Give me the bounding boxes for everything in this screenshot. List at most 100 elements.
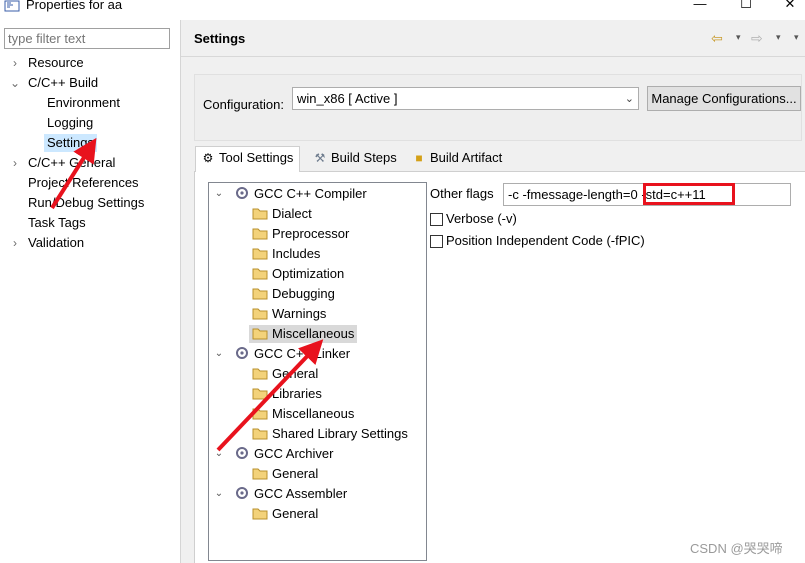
- collapse-icon[interactable]: ⌄: [213, 345, 225, 363]
- tree-group-gcc-cpp-compiler[interactable]: ⌄ GCC C++ Compiler: [215, 185, 367, 203]
- tree-group-label: GCC Archiver: [254, 446, 334, 461]
- tree-item-label: Includes: [272, 246, 321, 261]
- tree-item-general[interactable]: General: [252, 465, 318, 483]
- tree-group-gcc-assembler[interactable]: ⌄ GCC Assembler: [215, 485, 348, 503]
- tree-item-label: General: [272, 466, 319, 481]
- tab-label: Tool Settings: [219, 150, 294, 165]
- tree-item-miscellaneous-selected[interactable]: Miscellaneous: [249, 325, 358, 343]
- tree-item-label: Miscellaneous: [272, 406, 355, 421]
- forward-icon[interactable]: ⇨: [751, 30, 763, 46]
- nav-item-resource[interactable]: Resource: [28, 54, 84, 72]
- title-bar: Properties for aa — ☐ ✕: [0, 0, 805, 14]
- tool-settings-icon: ⚙: [202, 151, 214, 165]
- folder-icon: [252, 208, 268, 220]
- tree-item-label: Libraries: [272, 386, 322, 401]
- tree-item-miscellaneous[interactable]: Miscellaneous: [252, 405, 354, 423]
- configuration-group: Configuration: win_x86 [ Active ] ⌄ Mana…: [194, 74, 802, 141]
- folder-icon: [252, 468, 268, 480]
- tree-item-label: Optimization: [272, 266, 345, 281]
- tree-item-optimization[interactable]: Optimization: [252, 265, 344, 283]
- tree-item-label: Miscellaneous: [272, 326, 355, 341]
- tree-group-gcc-archiver[interactable]: ⌄ GCC Archiver: [215, 445, 334, 463]
- configuration-label: Configuration:: [203, 97, 284, 112]
- annotation-highlight-box: [643, 183, 735, 205]
- tool-gear-icon: [236, 187, 248, 199]
- nav-item-project-references[interactable]: Project References: [28, 174, 139, 192]
- build-artifact-icon: ■: [415, 151, 423, 165]
- tree-item-label: Dialect: [272, 206, 312, 221]
- maximize-button[interactable]: ☐: [736, 0, 756, 12]
- other-flags-label: Other flags: [430, 186, 494, 201]
- back-menu-icon[interactable]: ▾: [736, 32, 741, 43]
- tree-group-gcc-cpp-linker[interactable]: ⌄ GCC C++ Linker: [215, 345, 351, 363]
- tool-gear-icon: [236, 447, 248, 459]
- filter-input[interactable]: [4, 28, 170, 49]
- tree-item-libraries[interactable]: Libraries: [252, 385, 322, 403]
- folder-icon: [252, 248, 268, 260]
- folder-icon: [252, 408, 268, 420]
- tree-item-label: General: [272, 506, 319, 521]
- nav-item-run-debug-settings[interactable]: Run/Debug Settings: [28, 194, 144, 212]
- nav-item-cpp-build[interactable]: C/C++ Build: [28, 74, 98, 92]
- verbose-checkbox[interactable]: [430, 213, 443, 226]
- folder-icon: [252, 508, 268, 520]
- tree-group-label: GCC C++ Linker: [254, 346, 351, 361]
- tree-item-general[interactable]: General: [252, 365, 318, 383]
- settings-header: Settings ⇦ ▾ ⇨ ▾ ▾: [181, 20, 805, 57]
- tree-item-general[interactable]: General: [252, 505, 318, 523]
- forward-menu-icon[interactable]: ▾: [776, 32, 781, 43]
- collapse-icon[interactable]: ⌄: [213, 485, 225, 503]
- nav-item-environment[interactable]: Environment: [47, 94, 120, 112]
- folder-icon: [252, 388, 268, 400]
- eclipse-app-icon: [4, 0, 20, 12]
- build-steps-icon: ⚒: [314, 151, 326, 165]
- tree-item-includes[interactable]: Includes: [252, 245, 320, 263]
- tree-item-debugging[interactable]: Debugging: [252, 285, 335, 303]
- configuration-value: win_x86 [ Active ]: [297, 91, 398, 106]
- window-title: Properties for aa: [26, 0, 123, 12]
- tree-item-warnings[interactable]: Warnings: [252, 305, 326, 323]
- folder-icon: [252, 228, 268, 240]
- tree-item-preprocessor[interactable]: Preprocessor: [252, 225, 349, 243]
- configuration-select[interactable]: win_x86 [ Active ] ⌄: [292, 87, 639, 110]
- nav-item-logging[interactable]: Logging: [47, 114, 93, 132]
- collapse-icon[interactable]: ⌄: [213, 185, 225, 203]
- tree-item-label: Debugging: [272, 286, 335, 301]
- folder-icon: [252, 368, 268, 380]
- tree-item-shared-library-settings[interactable]: Shared Library Settings: [252, 425, 408, 443]
- nav-item-validation[interactable]: Validation: [28, 234, 84, 252]
- tab-tool-settings[interactable]: ⚙ Tool Settings: [195, 146, 301, 172]
- view-menu-icon[interactable]: ▾: [794, 32, 799, 43]
- tab-build-artifact[interactable]: ■ Build Artifact: [407, 147, 508, 171]
- tree-item-label: Preprocessor: [272, 226, 350, 241]
- tab-label: Build Steps: [331, 150, 397, 165]
- tree-item-label: Warnings: [272, 306, 327, 321]
- pic-label: Position Independent Code (-fPIC): [446, 233, 645, 248]
- tree-item-label: General: [272, 366, 319, 381]
- tree-item-dialect[interactable]: Dialect: [252, 205, 312, 223]
- tool-gear-icon: [236, 487, 248, 499]
- nav-item-cpp-general[interactable]: C/C++ General: [28, 154, 115, 172]
- tree-item-label: Shared Library Settings: [272, 426, 408, 441]
- expand-cpp-general-icon[interactable]: ›: [9, 154, 21, 172]
- tab-label: Build Artifact: [430, 150, 503, 165]
- expand-validation-icon[interactable]: ›: [9, 234, 21, 252]
- tab-build-steps[interactable]: ⚒ Build Steps: [308, 147, 403, 171]
- back-icon[interactable]: ⇦: [711, 30, 723, 46]
- nav-item-settings[interactable]: Settings: [44, 134, 97, 152]
- expand-resource-icon[interactable]: ›: [9, 54, 21, 72]
- collapse-icon[interactable]: ⌄: [213, 445, 225, 463]
- chevron-down-icon: ⌄: [624, 93, 634, 105]
- pic-checkbox[interactable]: [430, 235, 443, 248]
- verbose-label: Verbose (-v): [446, 211, 517, 226]
- tree-group-label: GCC Assembler: [254, 486, 348, 501]
- tree-group-label: GCC C++ Compiler: [254, 186, 367, 201]
- close-button[interactable]: ✕: [780, 0, 800, 12]
- folder-icon: [252, 268, 268, 280]
- manage-configurations-button[interactable]: Manage Configurations...: [647, 86, 801, 111]
- folder-icon: [252, 288, 268, 300]
- collapse-cpp-build-icon[interactable]: ⌄: [9, 74, 21, 92]
- nav-item-task-tags[interactable]: Task Tags: [28, 214, 86, 232]
- minimize-button[interactable]: —: [690, 0, 710, 12]
- folder-icon: [252, 328, 268, 340]
